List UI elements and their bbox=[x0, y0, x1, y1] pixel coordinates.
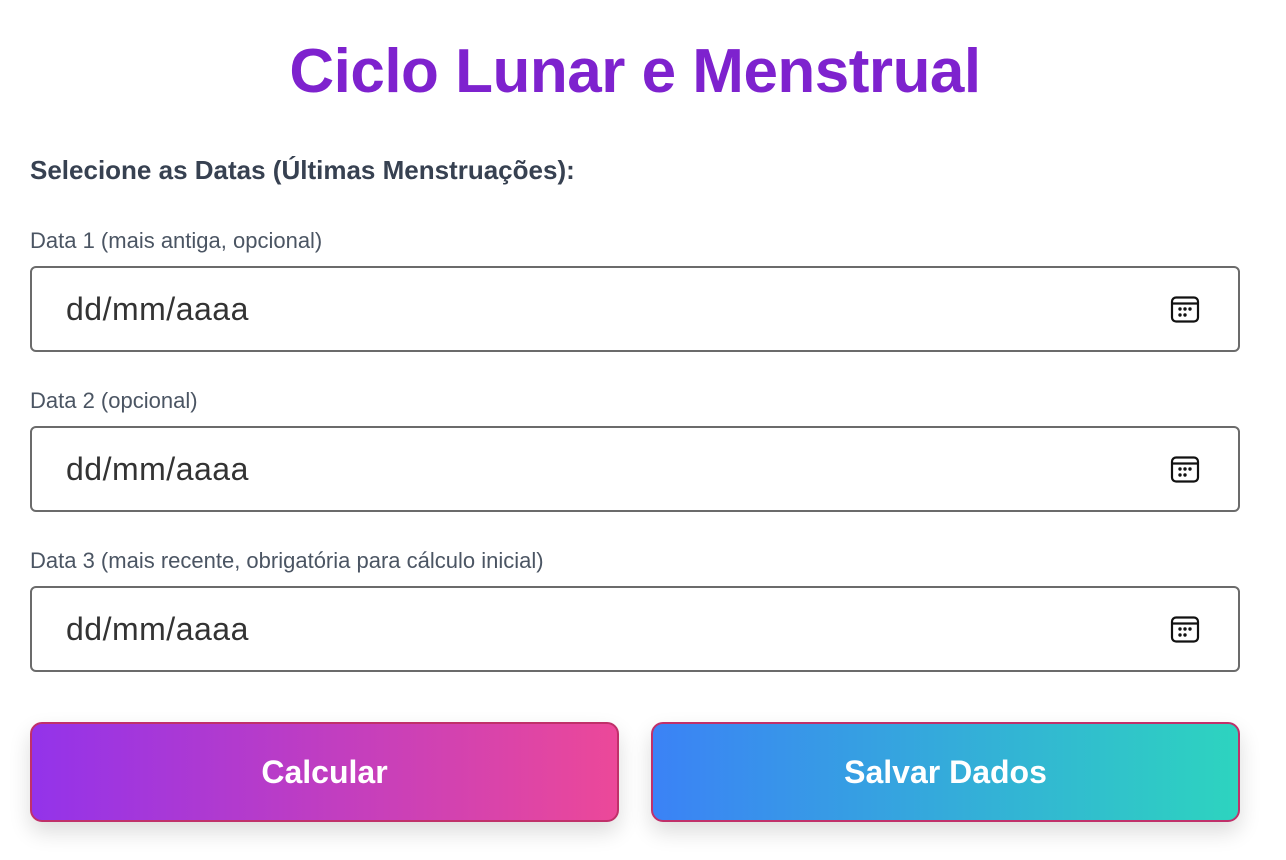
date2-placeholder: dd/mm/aaaa bbox=[66, 450, 249, 487]
date1-placeholder: dd/mm/aaaa bbox=[66, 290, 249, 327]
app-page: Ciclo Lunar e Menstrual Selecione as Dat… bbox=[0, 0, 1286, 860]
date2-input[interactable]: dd/mm/aaaa bbox=[30, 426, 1240, 512]
date1-label: Data 1 (mais antiga, opcional) bbox=[30, 228, 323, 253]
date3-input[interactable]: dd/mm/aaaa bbox=[30, 586, 1240, 672]
date2-label: Data 2 (opcional) bbox=[30, 388, 198, 413]
date3-placeholder: dd/mm/aaaa bbox=[66, 610, 249, 647]
calendar-icon[interactable] bbox=[1170, 294, 1200, 324]
date1-input[interactable]: dd/mm/aaaa bbox=[30, 266, 1240, 352]
save-data-button[interactable]: Salvar Dados bbox=[651, 722, 1240, 822]
section-heading: Selecione as Datas (Últimas Menstruações… bbox=[30, 155, 575, 185]
calendar-icon[interactable] bbox=[1170, 614, 1200, 644]
calculate-button[interactable]: Calcular bbox=[30, 722, 619, 822]
page-title: Ciclo Lunar e Menstrual bbox=[289, 37, 981, 106]
date3-label: Data 3 (mais recente, obrigatória para c… bbox=[30, 548, 544, 573]
calendar-icon[interactable] bbox=[1170, 454, 1200, 484]
